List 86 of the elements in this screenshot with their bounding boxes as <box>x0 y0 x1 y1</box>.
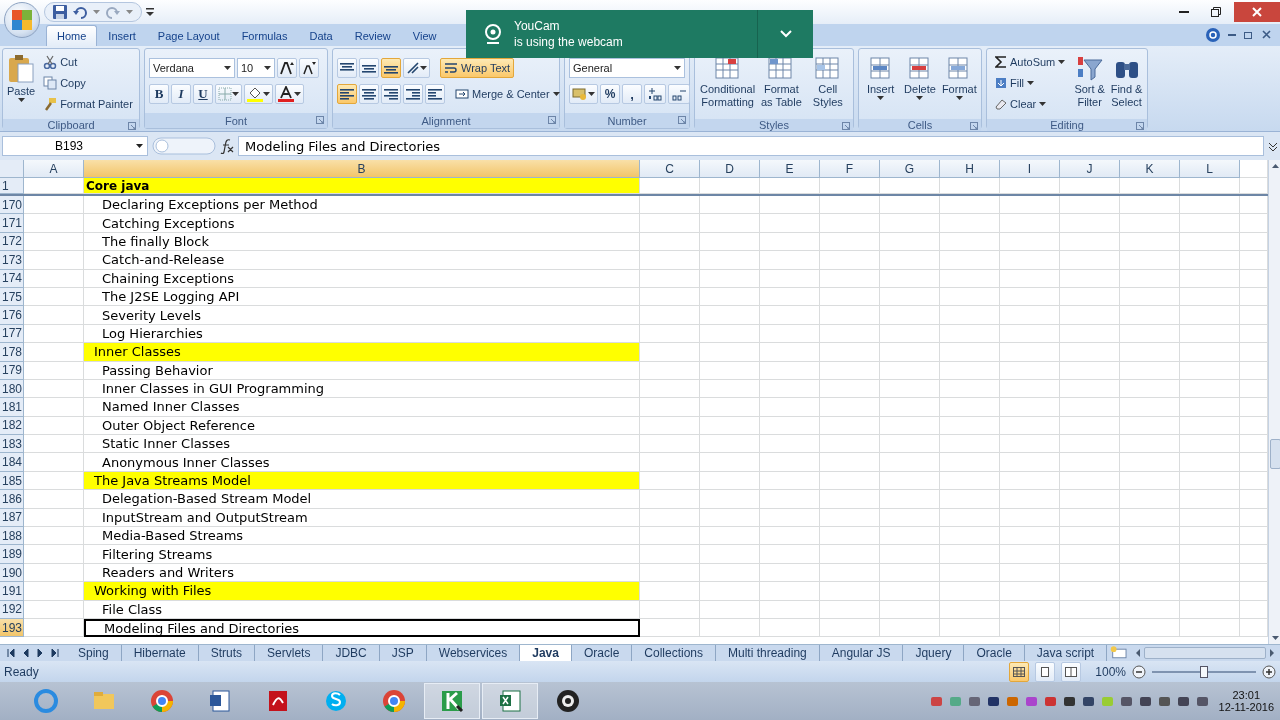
column-header[interactable]: K <box>1120 160 1180 178</box>
group-label: Font <box>225 114 247 127</box>
name-box[interactable]: B193 <box>2 136 148 156</box>
table-cell[interactable]: Catch-and-Release <box>84 251 640 270</box>
row-header[interactable]: 191 <box>0 582 24 601</box>
table-cell[interactable]: Delegation-Based Stream Model <box>84 490 640 509</box>
find-select-button[interactable]: Find & Select <box>1110 52 1143 116</box>
ribbon-tab[interactable]: Data <box>298 25 344 46</box>
notification-title: YouCam <box>514 19 561 33</box>
column-header[interactable]: G <box>880 160 940 178</box>
bold-button[interactable]: B <box>149 84 169 104</box>
row-header[interactable]: 170 <box>0 196 24 215</box>
column-header[interactable]: I <box>1000 160 1060 178</box>
sort-filter-button[interactable]: Sort & Filter <box>1073 52 1107 116</box>
wrap-text-button[interactable]: Wrap Text <box>440 58 515 78</box>
table-cell[interactable]: Core java <box>84 178 640 194</box>
notification-message: is using the webcam <box>514 35 624 49</box>
table-cell[interactable]: Inner Classes <box>84 343 640 362</box>
ribbon-tab[interactable]: Page Layout <box>146 25 231 46</box>
table-cell[interactable]: Working with Files <box>84 582 640 601</box>
row-header[interactable]: 189 <box>0 545 24 564</box>
zoom-level: 100% <box>1095 664 1126 679</box>
clear-button[interactable]: Clear <box>991 94 1070 114</box>
row-header[interactable]: 1 <box>0 178 24 194</box>
table-cell[interactable]: Declaring Exceptions per Method <box>84 196 640 215</box>
styles-button[interactable]: Cell Styles <box>806 52 849 116</box>
row-header[interactable]: 178 <box>0 343 24 362</box>
column-header[interactable]: C <box>640 160 700 178</box>
column-header[interactable]: H <box>940 160 1000 178</box>
paste-button[interactable]: Paste <box>7 52 36 116</box>
font-name-select[interactable]: Verdana <box>149 58 235 78</box>
formula-field[interactable]: Modeling Files and Directories <box>238 136 1264 156</box>
number-format-select[interactable]: General <box>569 58 685 78</box>
styles-button[interactable]: Format as Table <box>760 52 803 116</box>
status-text: Ready <box>4 664 39 679</box>
column-header[interactable]: A <box>24 160 84 178</box>
table-cell[interactable]: Severity Levels <box>84 306 640 325</box>
row-header[interactable]: 171 <box>0 214 24 233</box>
column-header[interactable]: L <box>1180 160 1240 178</box>
sheet-tab[interactable]: Java <box>520 645 572 661</box>
clock-time: 23:01 <box>1232 689 1261 701</box>
column-header[interactable]: D <box>700 160 760 178</box>
font-size-select[interactable]: 10 <box>237 58 275 78</box>
ribbon-tab[interactable]: Insert <box>97 25 147 46</box>
cells-button[interactable]: Delete <box>902 52 938 116</box>
column-header[interactable]: F <box>820 160 880 178</box>
row-header[interactable]: 181 <box>0 398 24 417</box>
comma-button[interactable]: , <box>622 84 642 104</box>
group-label: Styles <box>759 119 789 131</box>
column-header[interactable]: J <box>1060 160 1120 178</box>
table-cell[interactable]: Named Inner Classes <box>84 398 640 417</box>
column-header[interactable]: E <box>760 160 820 178</box>
group-label: Cells <box>907 119 933 131</box>
fill-button[interactable]: Fill <box>991 73 1070 93</box>
ribbon-tab[interactable]: Home <box>46 25 98 46</box>
underline-button[interactable]: U <box>193 84 213 104</box>
table-cell[interactable]: Filtering Streams <box>84 545 640 564</box>
column-header[interactable]: B <box>84 160 640 178</box>
cells-button[interactable]: Format <box>941 52 977 116</box>
ribbon-tab[interactable]: Formulas <box>230 25 299 46</box>
row-header[interactable]: 176 <box>0 306 24 325</box>
ribbon-tab[interactable]: Review <box>343 25 402 46</box>
cut-button[interactable]: Cut <box>39 52 137 72</box>
row-header[interactable]: 183 <box>0 435 24 454</box>
autosum-button[interactable]: AutoSum <box>991 52 1070 72</box>
group-label: Editing <box>1050 119 1084 131</box>
copy-button[interactable]: Copy <box>39 73 137 93</box>
ribbon-tab[interactable]: View <box>401 25 448 46</box>
italic-button[interactable]: I <box>171 84 191 104</box>
clock-date: 12-11-2016 <box>1218 701 1274 713</box>
table-cell[interactable]: Static Inner Classes <box>84 435 640 454</box>
row-header[interactable]: 173 <box>0 251 24 270</box>
table-cell[interactable]: Media-Based Streams <box>84 527 640 546</box>
merge-center-button[interactable]: Merge & Center <box>451 84 564 104</box>
percent-button[interactable]: % <box>600 84 620 104</box>
group-label: Clipboard <box>47 119 95 131</box>
format-painter-button[interactable]: Format Painter <box>39 94 137 114</box>
table-cell[interactable]: Catching Exceptions <box>84 214 640 233</box>
cells-button[interactable]: Insert <box>863 52 899 116</box>
group-label: Alignment <box>421 114 471 127</box>
row-header[interactable]: 188 <box>0 527 24 546</box>
table-cell[interactable]: Anonymous Inner Classes <box>84 453 640 472</box>
group-label: Number <box>607 114 647 127</box>
row-header[interactable]: 184 <box>0 453 24 472</box>
row-header[interactable]: 186 <box>0 490 24 509</box>
styles-button[interactable]: Conditional Formatting <box>699 52 757 116</box>
